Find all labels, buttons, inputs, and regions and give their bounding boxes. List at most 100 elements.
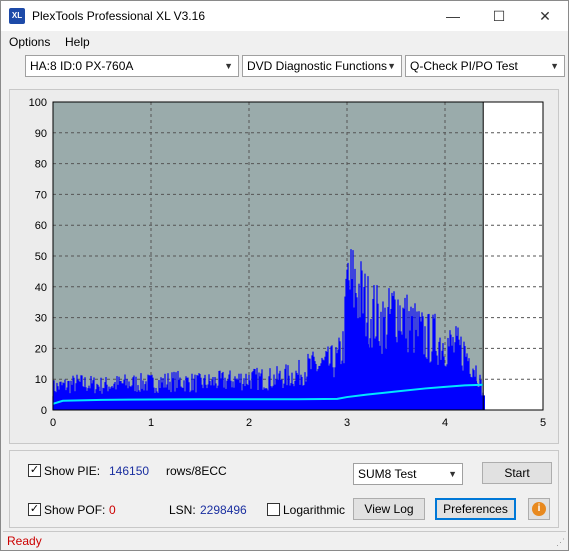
view-log-button[interactable]: View Log xyxy=(353,498,425,520)
pi-bar-fill xyxy=(173,392,177,410)
show-pie-checkbox[interactable]: ✓ xyxy=(28,464,41,477)
pi-bar-fill xyxy=(269,390,273,410)
results-panel: ✓ Show PIE: 146150 rows/8ECC SUM8 Test ▼… xyxy=(9,450,559,528)
lsn-label: LSN: xyxy=(169,503,196,517)
pi-bar-fill xyxy=(161,392,165,410)
preferences-button[interactable]: Preferences xyxy=(435,498,516,520)
pi-bar-fill xyxy=(405,353,409,410)
pi-bar-fill xyxy=(209,392,213,410)
pi-bar-fill xyxy=(461,372,465,410)
pi-bar-fill xyxy=(141,393,145,410)
pi-bar-fill xyxy=(125,393,129,410)
drive-select[interactable]: HA:8 ID:0 PX-760A ▼ xyxy=(25,55,239,77)
x-tick-label: 0 xyxy=(50,417,56,429)
pi-bar-fill xyxy=(477,386,481,410)
app-logo-icon: XL xyxy=(9,8,25,24)
x-tick-label: 2 xyxy=(246,417,252,429)
menu-options[interactable]: Options xyxy=(9,35,50,49)
pi-bar-fill xyxy=(385,356,389,410)
pi-bar-fill xyxy=(61,395,65,410)
pi-bar-fill xyxy=(213,392,217,410)
pi-bar-fill xyxy=(225,391,229,410)
pi-bar-fill xyxy=(365,344,369,410)
sum8-select-value: SUM8 Test xyxy=(358,467,417,481)
pi-bar-fill xyxy=(153,393,157,410)
y-tick-label: 30 xyxy=(35,313,47,325)
menu-help[interactable]: Help xyxy=(65,35,90,49)
pi-bar-fill xyxy=(417,360,421,410)
pi-bar-fill xyxy=(101,394,105,410)
y-tick-label: 50 xyxy=(35,251,47,263)
menu-bar: Options Help xyxy=(1,32,568,52)
pi-bar-fill xyxy=(465,374,469,410)
pi-bar-fill xyxy=(69,394,73,410)
rows-label: rows/8ECC xyxy=(166,464,227,478)
pi-bar-fill xyxy=(245,390,249,410)
pi-bar-fill xyxy=(137,393,141,410)
minimize-button[interactable]: — xyxy=(430,1,476,31)
window-title: PlexTools Professional XL V3.16 xyxy=(32,9,205,23)
pi-po-chart: 0 10 20 30 40 50 60 70 80 90 100 0 1 2 3 4 5 xyxy=(29,97,546,429)
title-bar: XL PlexTools Professional XL V3.16 — ☐ ✕ xyxy=(1,1,568,31)
function-select-value: DVD Diagnostic Functions xyxy=(247,59,388,73)
pi-bar-fill xyxy=(197,393,201,410)
pof-value: 0 xyxy=(109,503,116,517)
pi-bar-fill xyxy=(353,332,357,410)
pi-bar-fill xyxy=(177,392,181,410)
pi-bar-fill xyxy=(321,382,325,410)
sum8-select[interactable]: SUM8 Test ▼ xyxy=(353,463,463,485)
function-select[interactable]: DVD Diagnostic Functions ▼ xyxy=(242,55,402,77)
maximize-button[interactable]: ☐ xyxy=(476,1,522,31)
logarithmic-checkbox[interactable] xyxy=(267,503,280,516)
test-select-value: Q-Check PI/PO Test xyxy=(410,59,518,73)
pi-bar-fill xyxy=(273,390,277,410)
y-tick-label: 10 xyxy=(35,374,47,386)
pi-bar-fill xyxy=(81,393,85,410)
y-tick-label: 80 xyxy=(35,159,47,171)
pi-bar-fill xyxy=(113,394,117,410)
show-pie-label: Show PIE: xyxy=(44,464,101,478)
resize-grip-icon[interactable]: ⋰ xyxy=(556,537,565,548)
status-bar: Ready ⋰ xyxy=(3,531,566,549)
pi-bar-fill xyxy=(105,394,109,410)
pi-bar-fill xyxy=(133,393,137,410)
pi-bar-fill xyxy=(253,390,257,410)
pi-bar-fill xyxy=(117,393,121,410)
show-pof-checkbox[interactable]: ✓ xyxy=(28,503,41,516)
pi-bar-fill xyxy=(337,379,341,410)
pi-bar-fill xyxy=(237,391,241,410)
toolbar: HA:8 ID:0 PX-760A ▼ DVD Diagnostic Funct… xyxy=(1,52,568,82)
pi-bar-fill xyxy=(349,331,353,410)
pi-bar-fill xyxy=(333,380,337,410)
pi-bar-fill xyxy=(257,390,261,410)
pi-bar-fill xyxy=(121,393,125,410)
pi-bar-fill xyxy=(201,393,205,410)
pi-bar-fill xyxy=(129,393,133,410)
pi-bar-fill xyxy=(329,381,333,410)
app-window: XL PlexTools Professional XL V3.16 — ☐ ✕… xyxy=(0,0,569,551)
info-button[interactable]: i xyxy=(528,498,550,520)
pi-bar-fill xyxy=(77,393,81,410)
pi-bar-fill xyxy=(241,391,245,410)
start-button[interactable]: Start xyxy=(482,462,552,484)
pi-bar-fill xyxy=(157,393,161,410)
x-tick-label: 5 xyxy=(540,417,546,429)
pi-bar-fill xyxy=(65,394,69,410)
pi-bar-fill xyxy=(309,383,313,410)
lsn-value: 2298496 xyxy=(200,503,247,517)
pi-bar-fill xyxy=(169,392,173,410)
pi-bar-fill xyxy=(217,392,221,410)
pi-bar-fill xyxy=(149,393,153,410)
pi-bar-fill xyxy=(389,353,393,410)
test-select[interactable]: Q-Check PI/PO Test ▼ xyxy=(405,55,565,77)
logarithmic-label: Logarithmic xyxy=(283,503,346,517)
close-button[interactable]: ✕ xyxy=(522,1,568,31)
pi-bar-fill xyxy=(377,352,381,410)
pi-bar-fill xyxy=(181,392,185,410)
chart-panel: 0 10 20 30 40 50 60 70 80 90 100 0 1 2 3 4 5 xyxy=(9,89,559,444)
pi-bar-fill xyxy=(469,377,473,410)
pi-bar-fill xyxy=(397,345,401,410)
pi-bar-fill xyxy=(381,354,385,410)
pi-bar-fill xyxy=(345,356,349,410)
pi-bar-fill xyxy=(449,369,453,410)
